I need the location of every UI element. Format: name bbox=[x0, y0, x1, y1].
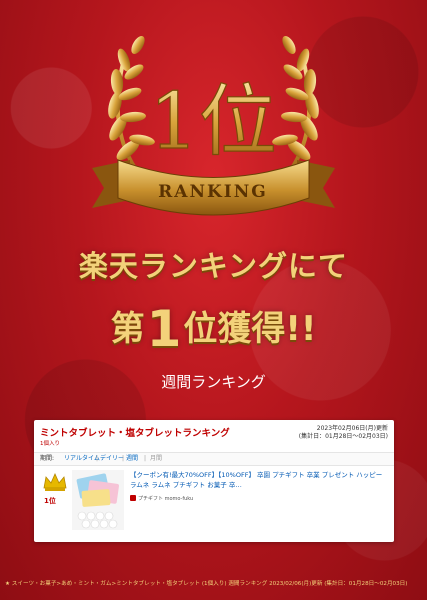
ranking-banner: 1位 RANKING 楽天ランキングにて 第1位獲得!! 週間ランキング ミント… bbox=[0, 0, 427, 600]
tab-separator: | bbox=[96, 455, 99, 462]
laurel-right bbox=[272, 35, 319, 177]
crown-icon bbox=[43, 473, 67, 491]
rank-label: 1位 bbox=[44, 497, 56, 505]
period-tabs: 期間: リアルタイム | デイリー | 週間 | 月間 bbox=[34, 452, 394, 466]
ranking-category-title[interactable]: ミントタブレット・塩タブレットランキング bbox=[40, 425, 230, 439]
ribbon-text: RANKING bbox=[158, 182, 268, 202]
laurel-left bbox=[108, 35, 155, 177]
ranking-subcategory: 1個入り bbox=[40, 441, 60, 447]
ranking-ribbon: RANKING bbox=[92, 159, 335, 216]
emblem-rank-text: 1位 bbox=[149, 77, 277, 167]
headline-prefix: 第 bbox=[110, 309, 145, 349]
tab-separator: | bbox=[144, 455, 147, 462]
update-date-line: 2023年02月06日(月)更新 bbox=[316, 425, 388, 432]
update-date: 2023年02月06日(月)更新 (集計日：01月28日～02月03日) bbox=[299, 425, 388, 441]
tab-realtime[interactable]: リアルタイム bbox=[64, 453, 100, 465]
ranking-card: ミントタブレット・塩タブレットランキング 1個入り 2023年02月06日(月)… bbox=[34, 420, 394, 542]
headline-number: 1 bbox=[146, 300, 182, 358]
period-tabs-label: 期間: bbox=[40, 455, 55, 462]
tab-weekly[interactable]: 週間 bbox=[126, 453, 138, 465]
laurel-ranking-emblem: 1位 RANKING bbox=[92, 35, 335, 216]
headline-suffix: 位獲得!! bbox=[183, 309, 317, 349]
tab-monthly[interactable]: 月間 bbox=[150, 453, 162, 465]
headline-first-place: 第1位獲得!! bbox=[0, 300, 427, 358]
product-title-link[interactable]: 【クーポン有!最大70%OFF】【10%OFF】 卒園 プチギフト 卒業 プレゼ… bbox=[130, 470, 388, 490]
aggregation-period: (集計日：01月28日～02月03日) bbox=[298, 433, 388, 440]
product-thumbnail[interactable] bbox=[72, 470, 124, 530]
period-label: 週間ランキング bbox=[161, 373, 266, 391]
tab-daily[interactable]: デイリー bbox=[100, 453, 124, 465]
footer-breadcrumb: ★ スイーツ・お菓子>あめ・ミント・ガム>ミントタブレット・塩タブレット (1個… bbox=[5, 581, 408, 587]
headline-rakuten-ranking: 楽天ランキングにて bbox=[78, 249, 349, 283]
shop-name-label: プチギフト momo-fuku bbox=[138, 496, 194, 502]
shop-icon bbox=[130, 495, 136, 501]
tab-separator: | bbox=[122, 455, 125, 462]
shop-name[interactable]: プチギフト momo-fuku bbox=[130, 495, 193, 502]
